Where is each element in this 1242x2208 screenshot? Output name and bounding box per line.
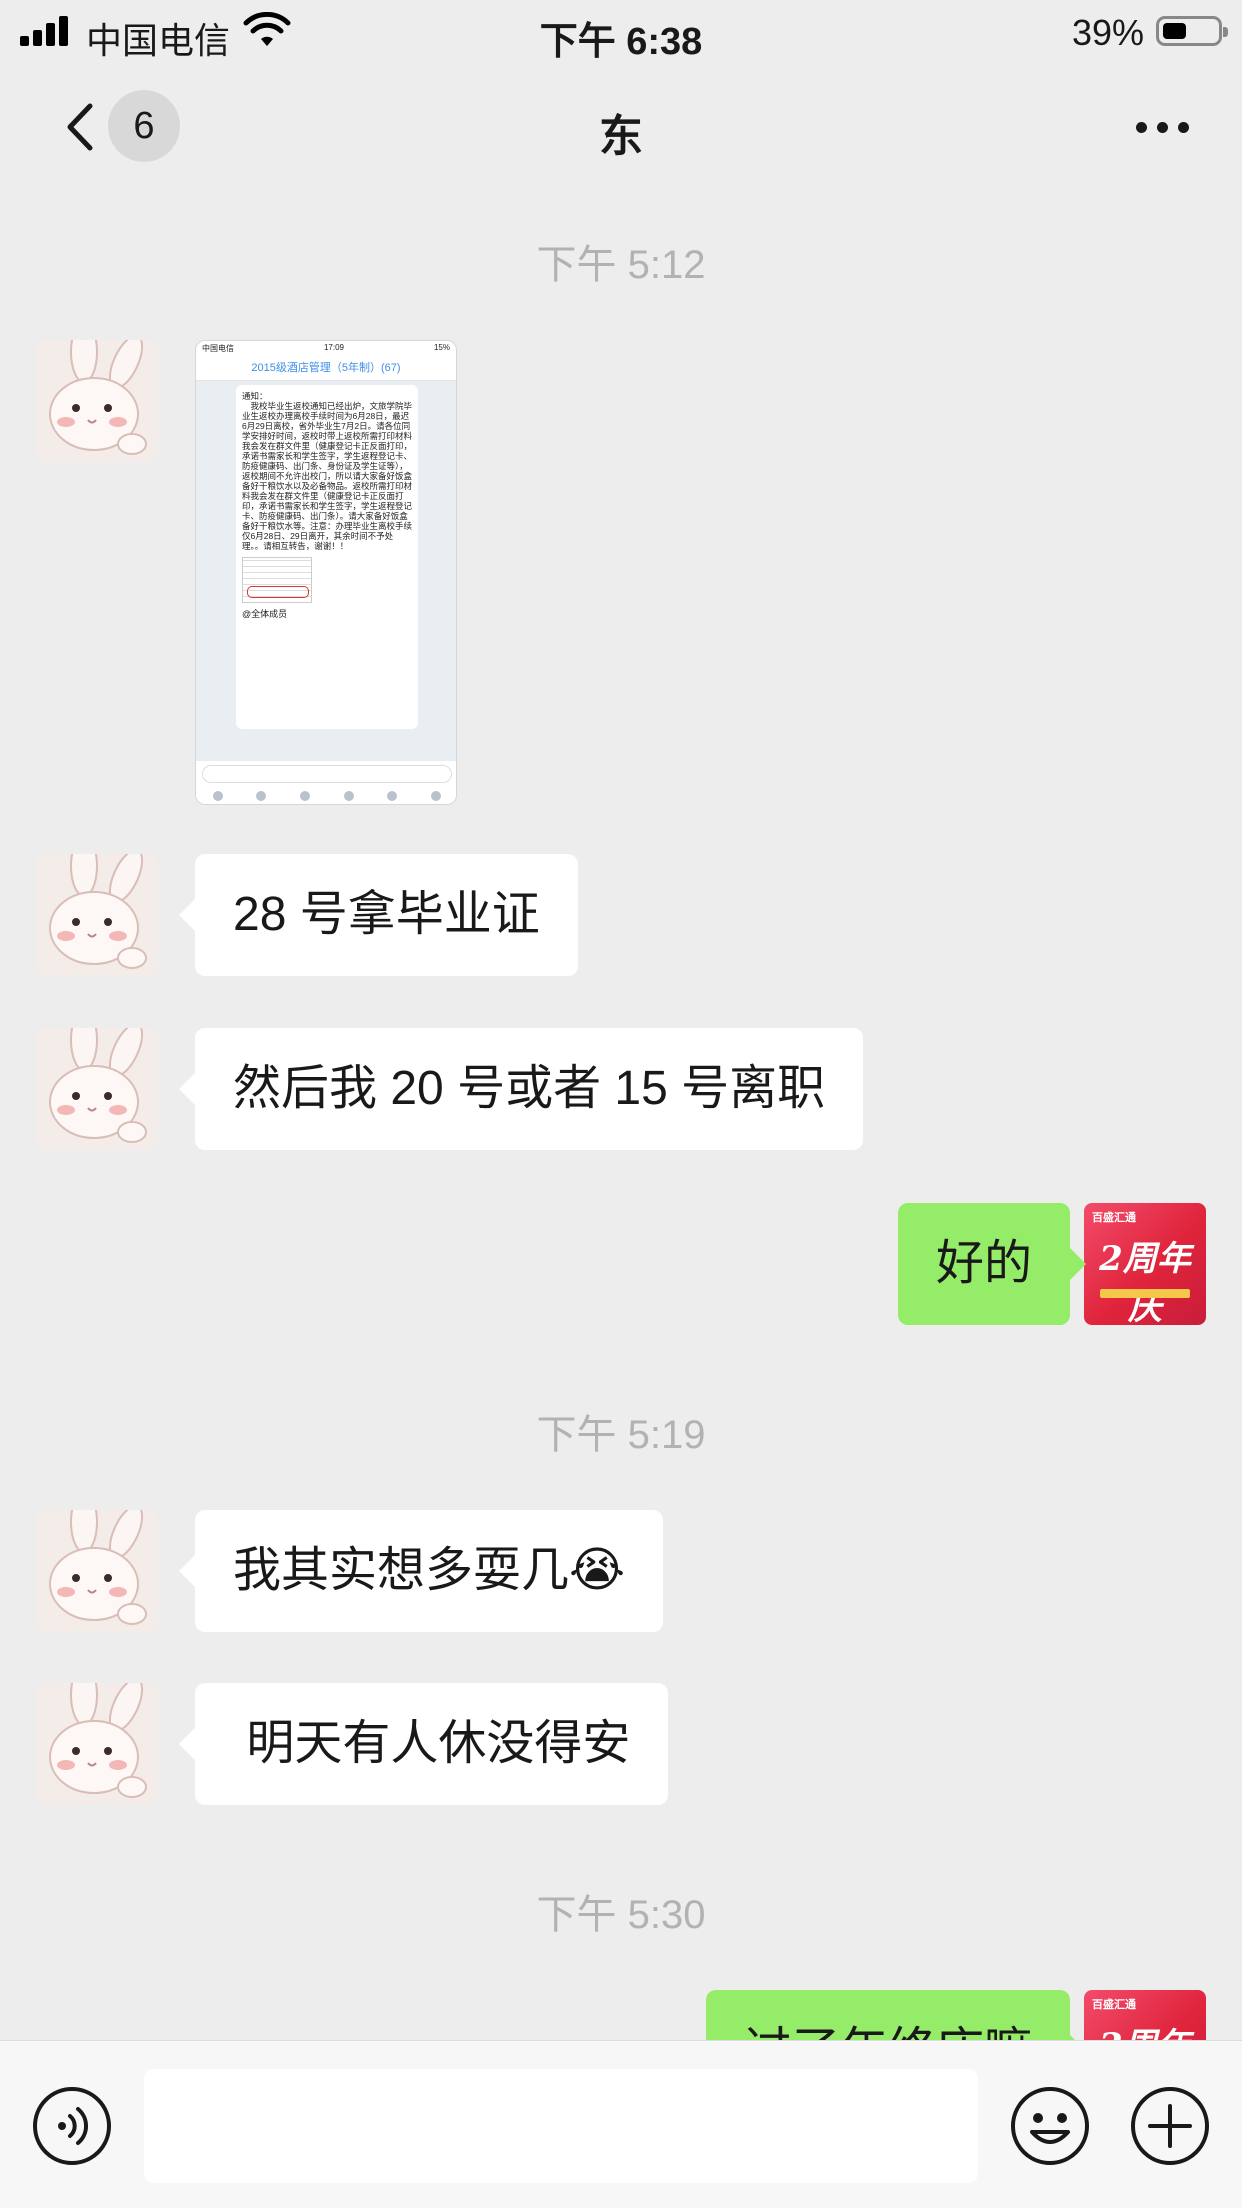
bunny-avatar-icon <box>36 854 158 976</box>
sticker-title: 2周年庆 <box>1099 1239 1191 1325</box>
contact-avatar[interactable] <box>36 1683 158 1805</box>
sent-message[interactable]: 过了年终庆嘛 <box>705 1990 1087 2040</box>
chat-title: 东 <box>599 112 643 161</box>
received-message[interactable]: 明天有人休没得安 <box>178 1683 669 1805</box>
timestamp: 下午 5:12 <box>536 243 706 287</box>
contact-avatar[interactable] <box>36 340 158 462</box>
image-table-thumbnail <box>242 557 312 603</box>
image-notice-text: 通知： 我校毕业生返校通知已经出炉，文旅学院毕业生返校办理离校手续时间为6月28… <box>242 391 412 551</box>
timestamp: 下午 5:30 <box>536 1893 706 1937</box>
battery-percent: 39% <box>1071 12 1144 53</box>
status-time: 下午 6:38 <box>539 21 703 63</box>
timestamp: 下午 5:19 <box>536 1413 706 1457</box>
my-avatar[interactable]: 百盛汇通 2周年庆 <box>1084 1203 1206 1325</box>
voice-input-button[interactable] <box>32 2086 112 2166</box>
more-dots-icon <box>1135 121 1147 133</box>
image-notice-bubble: 通知： 我校毕业生返校通知已经出炉，文旅学院毕业生返校办理离校手续时间为6月28… <box>236 385 418 729</box>
contact-avatar[interactable] <box>36 1028 158 1150</box>
status-bar: 中国电信 下午 6:38 39% <box>0 0 1242 63</box>
message-list[interactable]: 下午 5:12 中国电信 17:09 15% 2015级酒店管理（5年制）(67… <box>0 192 1242 2040</box>
bunny-avatar-icon <box>36 1028 158 1150</box>
battery-icon <box>1156 16 1228 46</box>
emoji-button[interactable] <box>1010 2086 1090 2166</box>
sticker-brand: 百盛汇通 <box>1092 1999 1136 2011</box>
image-status-bar: 中国电信 17:09 15% <box>202 343 450 353</box>
image-chat-body: 通知： 我校毕业生返校通知已经出炉，文旅学院毕业生返校办理离校手续时间为6月28… <box>196 381 456 761</box>
received-message[interactable]: 然后我 20 号或者 15 号离职 <box>178 1028 864 1150</box>
sticker-brand: 百盛汇通 <box>1092 1212 1136 1224</box>
image-mention: @全体成员 <box>242 609 288 619</box>
sticker-banner <box>1100 1289 1190 1298</box>
anniversary-sticker: 百盛汇通 2周年庆 <box>1084 1203 1206 1325</box>
image-group-title: 2015级酒店管理（5年制）(67) <box>251 362 401 374</box>
chat-header: 6 东 <box>0 62 1242 192</box>
my-avatar[interactable]: 百盛汇通 2周年庆 <box>1084 1990 1206 2040</box>
contact-avatar[interactable] <box>36 854 158 976</box>
image-group-header: 2015级酒店管理（5年制）(67) <box>196 355 456 381</box>
more-options-button[interactable] <box>1122 102 1202 152</box>
anniversary-sticker: 百盛汇通 2周年庆 <box>1084 1990 1206 2040</box>
shared-image-message[interactable]: 中国电信 17:09 15% 2015级酒店管理（5年制）(67) 通知： 我校… <box>195 340 457 805</box>
sticker-title: 2周年庆 <box>1084 2018 1206 2040</box>
bunny-avatar-icon <box>36 340 158 462</box>
bunny-avatar-icon <box>36 1683 158 1805</box>
received-message[interactable]: 我其实想多耍几😭 <box>178 1510 664 1632</box>
plus-button[interactable] <box>1130 2086 1210 2166</box>
received-message[interactable]: 28 号拿毕业证 <box>179 854 578 976</box>
message-input[interactable] <box>144 2069 978 2183</box>
sent-message[interactable]: 好的 <box>897 1203 1087 1325</box>
input-toolbar <box>0 2040 1242 2208</box>
image-toolbar <box>196 787 456 804</box>
bunny-avatar-icon <box>36 1510 158 1632</box>
battery-level <box>1163 23 1187 39</box>
image-input-bar <box>202 765 452 783</box>
contact-avatar[interactable] <box>36 1510 158 1632</box>
